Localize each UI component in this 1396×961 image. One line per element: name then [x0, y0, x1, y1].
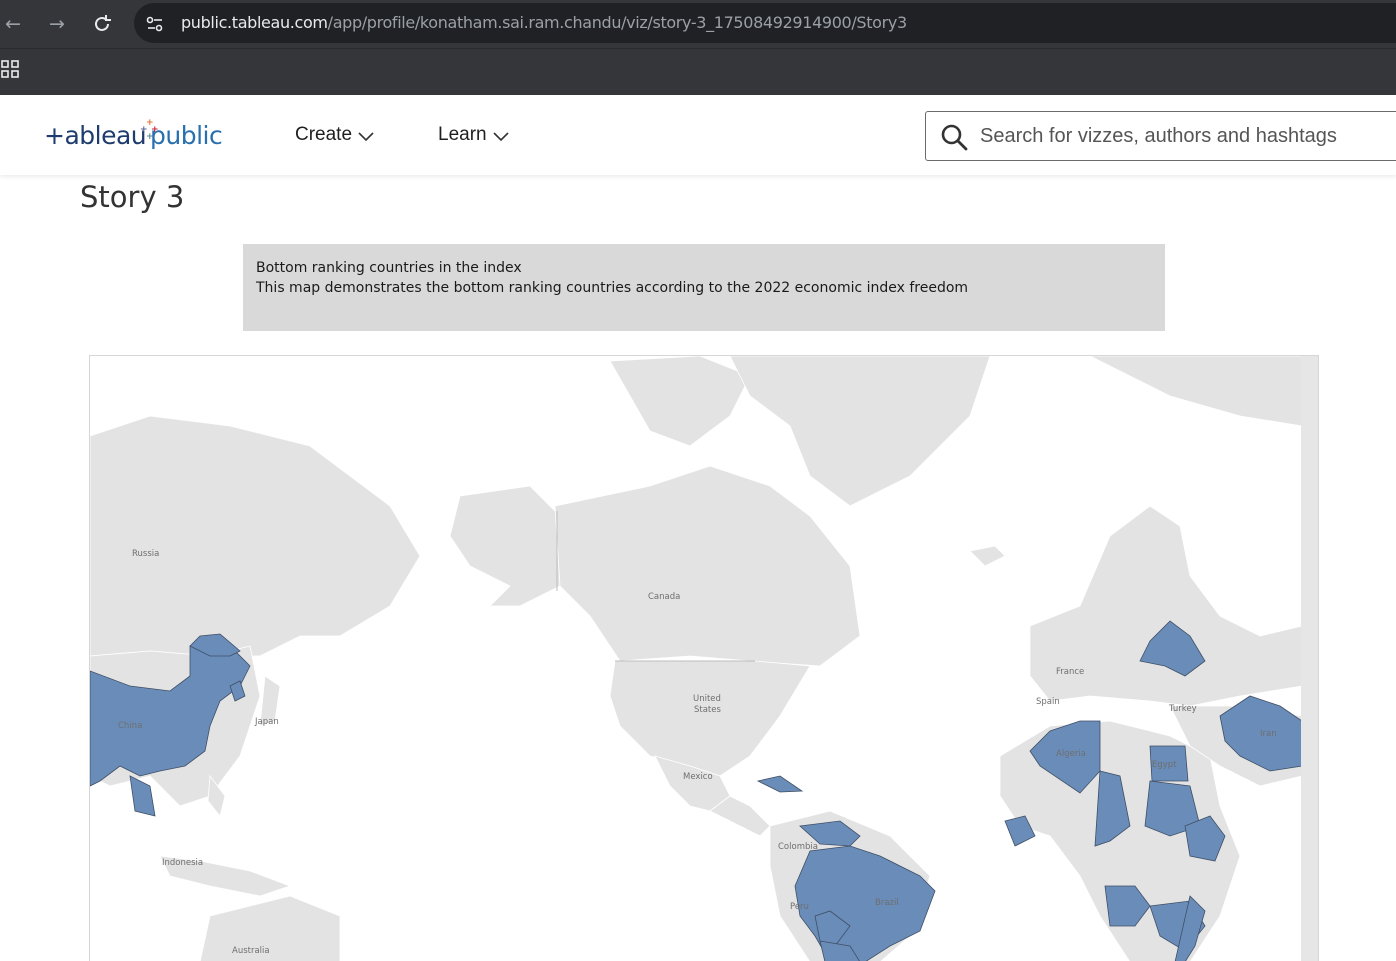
label-china: China: [118, 721, 142, 731]
label-indonesia: Indonesia: [162, 858, 203, 868]
country-laos: [129, 775, 156, 817]
label-turkey: Turkey: [1168, 704, 1197, 714]
iceland: [969, 545, 1006, 567]
back-icon[interactable]: ←: [1, 12, 25, 36]
svg-text:+ableau: +ableau: [44, 121, 146, 150]
nav-create-label: Create: [295, 124, 353, 145]
greenland: [729, 356, 991, 507]
caption-line-1: Bottom ranking countries in the index: [256, 260, 522, 276]
australia: [199, 895, 341, 961]
country-cuba: [756, 775, 804, 793]
northern-russia-edge: [1089, 356, 1303, 427]
page-title: Story 3: [80, 180, 185, 214]
label-peru: Peru: [790, 902, 809, 912]
label-us-2: States: [694, 705, 721, 715]
label-egypt: Egypt: [1152, 760, 1177, 770]
tableau-public-logo[interactable]: +ableau public + + + +: [44, 117, 234, 153]
russia: [90, 415, 421, 657]
viz-scrollbar[interactable]: [1301, 356, 1318, 961]
caption-line-2: This map demonstrates the bottom ranking…: [256, 280, 969, 296]
label-france: France: [1056, 667, 1084, 677]
svg-text:public: public: [150, 121, 222, 150]
united-states: [609, 660, 811, 777]
search-input[interactable]: [980, 122, 1390, 150]
label-spain: Spain: [1036, 697, 1060, 707]
url-path: /app/profile/konatham.sai.ram.chandu/viz…: [327, 13, 907, 32]
forward-icon[interactable]: →: [45, 12, 69, 36]
map-viz[interactable]: Russia Canada China Japan United States …: [89, 355, 1319, 961]
alaska: [449, 485, 561, 607]
canada: [554, 465, 861, 667]
bookmarks-bar: [0, 48, 1396, 95]
site-info-icon[interactable]: [144, 13, 166, 35]
story-caption[interactable]: Bottom ranking countries in the index Th…: [243, 244, 1165, 331]
reload-icon[interactable]: [90, 12, 114, 36]
nav-learn-label: Learn: [438, 124, 487, 145]
world-map[interactable]: Russia Canada China Japan United States …: [90, 356, 1319, 961]
label-australia: Australia: [232, 946, 270, 956]
apps-grid-icon[interactable]: [1, 60, 19, 78]
arctic-islands: [609, 356, 751, 447]
label-iran: Iran: [1260, 729, 1277, 739]
label-russia: Russia: [132, 549, 159, 559]
label-algeria: Algeria: [1056, 749, 1086, 759]
search-box: [925, 111, 1396, 161]
chevron-down-icon: [358, 131, 374, 141]
nav-learn[interactable]: Learn: [438, 124, 509, 146]
url-host: public.tableau.com: [181, 13, 328, 32]
land-layer: [90, 356, 1303, 961]
label-canada: Canada: [648, 592, 680, 602]
nav-create[interactable]: Create: [295, 124, 374, 146]
label-japan: Japan: [254, 717, 279, 727]
url-text[interactable]: public.tableau.com/app/profile/konatham.…: [181, 13, 907, 32]
label-colombia: Colombia: [778, 842, 818, 852]
label-us-1: United: [693, 694, 721, 704]
svg-text:+: +: [146, 132, 154, 142]
search-icon[interactable]: [940, 123, 968, 151]
label-mexico: Mexico: [683, 772, 713, 782]
label-brazil: Brazil: [875, 898, 899, 908]
chevron-down-icon: [493, 131, 509, 141]
